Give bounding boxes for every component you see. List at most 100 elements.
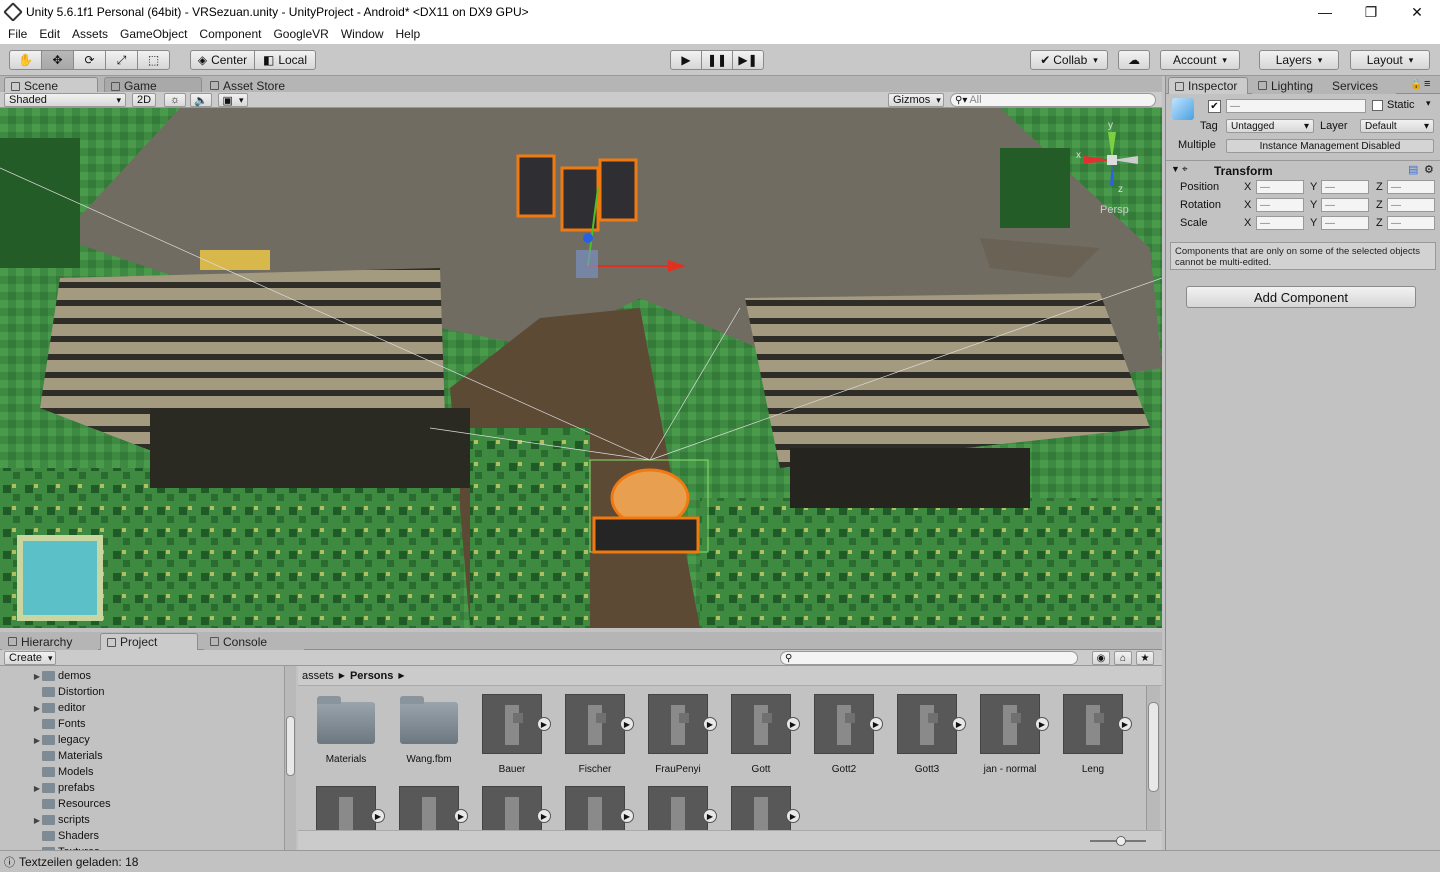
filter-type-button[interactable]: ◉ bbox=[1092, 651, 1110, 665]
asset-item[interactable]: ▶ Fischer bbox=[555, 694, 635, 775]
expand-asset-icon[interactable]: ▶ bbox=[703, 717, 717, 731]
rotation-x-field[interactable]: — bbox=[1256, 198, 1304, 212]
2d-toggle[interactable]: 2D bbox=[132, 93, 156, 107]
hand-tool-button[interactable]: ✋ bbox=[9, 50, 42, 70]
pivot-local-button[interactable]: ◧ Local bbox=[254, 50, 316, 70]
effects-dropdown[interactable]: ▣ bbox=[218, 93, 248, 107]
expand-asset-icon[interactable]: ▶ bbox=[952, 717, 966, 731]
asset-item[interactable]: ▶ Gott2 bbox=[804, 694, 884, 775]
rotate-tool-button[interactable]: ⟳ bbox=[73, 50, 106, 70]
foldout-arrow-icon[interactable]: ▼ bbox=[1171, 164, 1180, 174]
gizmos-dropdown[interactable]: Gizmos bbox=[888, 93, 944, 107]
thumbnail-size-slider-handle[interactable] bbox=[1116, 836, 1126, 846]
step-button[interactable]: ▶❚ bbox=[732, 50, 764, 70]
move-tool-button[interactable]: ✥ bbox=[41, 50, 74, 70]
menu-gameobject[interactable]: GameObject bbox=[120, 27, 187, 41]
asset-item[interactable]: ▶ Bauer bbox=[472, 694, 552, 775]
move-handle-plane[interactable] bbox=[576, 250, 598, 278]
expand-asset-icon[interactable]: ▶ bbox=[1118, 717, 1132, 731]
tree-scrollbar[interactable] bbox=[284, 666, 296, 850]
close-button[interactable]: ✕ bbox=[1394, 0, 1440, 24]
active-checkbox[interactable]: ✔ bbox=[1208, 100, 1221, 113]
menu-window[interactable]: Window bbox=[341, 27, 384, 41]
expand-arrow-icon[interactable]: ▶ bbox=[32, 704, 42, 713]
orientation-gizmo[interactable]: y x z Persp bbox=[1074, 120, 1154, 218]
favorites-button[interactable]: ★ bbox=[1136, 651, 1154, 665]
menu-help[interactable]: Help bbox=[396, 27, 421, 41]
rect-tool-button[interactable]: ⬚ bbox=[137, 50, 170, 70]
collab-dropdown[interactable]: ✔ Collab bbox=[1030, 50, 1108, 70]
asset-item[interactable]: ▶ jan - normal bbox=[970, 694, 1050, 775]
asset-item[interactable]: Materials bbox=[306, 694, 386, 765]
expand-arrow-icon[interactable]: ▶ bbox=[32, 672, 42, 681]
lighting-toggle[interactable]: ☼ bbox=[164, 93, 186, 107]
expand-asset-icon[interactable]: ▶ bbox=[537, 717, 551, 731]
tree-item-resources[interactable]: Resources bbox=[32, 796, 111, 812]
breadcrumb-assets[interactable]: assets bbox=[302, 670, 334, 682]
scale-z-field[interactable]: — bbox=[1387, 216, 1435, 230]
layers-dropdown[interactable]: Layers bbox=[1259, 50, 1339, 70]
tree-item-materials[interactable]: Materials bbox=[32, 748, 103, 764]
asset-item[interactable]: ▶ Leng bbox=[1053, 694, 1133, 775]
tree-item-models[interactable]: Models bbox=[32, 764, 93, 780]
panel-menu-icon[interactable]: ≡ bbox=[1424, 78, 1430, 90]
expand-asset-icon[interactable]: ▶ bbox=[620, 809, 634, 823]
tree-item-scripts[interactable]: ▶ scripts bbox=[32, 812, 90, 828]
grid-scrollbar[interactable] bbox=[1146, 686, 1160, 830]
static-checkbox[interactable] bbox=[1372, 100, 1383, 111]
menu-edit[interactable]: Edit bbox=[39, 27, 60, 41]
expand-arrow-icon[interactable]: ▶ bbox=[32, 736, 42, 745]
position-x-field[interactable]: — bbox=[1256, 180, 1304, 194]
asset-item[interactable]: ▶ bbox=[306, 786, 386, 836]
tab-hierarchy[interactable]: Hierarchy bbox=[2, 633, 98, 650]
gameobject-name-field[interactable]: — bbox=[1226, 99, 1366, 113]
tree-item-distortion[interactable]: Distortion bbox=[32, 684, 104, 700]
scene-viewport[interactable]: y x z Persp bbox=[0, 108, 1162, 628]
breadcrumb-persons[interactable]: Persons bbox=[350, 670, 393, 682]
layout-dropdown[interactable]: Layout bbox=[1350, 50, 1430, 70]
tree-scrollbar-thumb[interactable] bbox=[286, 716, 295, 776]
asset-item[interactable]: ▶ bbox=[721, 786, 801, 836]
play-button[interactable]: ▶ bbox=[670, 50, 702, 70]
tab-services[interactable]: Services bbox=[1326, 77, 1396, 94]
expand-asset-icon[interactable]: ▶ bbox=[786, 809, 800, 823]
selected-barrel-3[interactable] bbox=[598, 158, 638, 222]
asset-item[interactable]: Wang.fbm bbox=[389, 694, 469, 765]
cloud-button[interactable]: ☁ bbox=[1118, 50, 1150, 70]
rotation-y-field[interactable]: — bbox=[1321, 198, 1369, 212]
selected-barrel-1[interactable] bbox=[516, 154, 556, 218]
position-y-field[interactable]: — bbox=[1321, 180, 1369, 194]
shading-mode-dropdown[interactable]: Shaded bbox=[4, 93, 126, 107]
menu-assets[interactable]: Assets bbox=[72, 27, 108, 41]
expand-asset-icon[interactable]: ▶ bbox=[786, 717, 800, 731]
selected-character-base[interactable] bbox=[592, 516, 700, 554]
asset-item[interactable]: ▶ bbox=[638, 786, 718, 836]
expand-asset-icon[interactable]: ▶ bbox=[703, 809, 717, 823]
tab-project[interactable]: Project bbox=[100, 633, 198, 650]
expand-asset-icon[interactable]: ▶ bbox=[454, 809, 468, 823]
tab-console[interactable]: Console bbox=[204, 633, 304, 650]
tree-item-prefabs[interactable]: ▶ prefabs bbox=[32, 780, 95, 796]
project-search-input[interactable]: ⚲ bbox=[780, 651, 1078, 665]
asset-item[interactable]: ▶ bbox=[555, 786, 635, 836]
scene-search-input[interactable]: ⚲▾ All bbox=[950, 93, 1156, 107]
expand-asset-icon[interactable]: ▶ bbox=[869, 717, 883, 731]
asset-item[interactable]: ▶ Gott3 bbox=[887, 694, 967, 775]
tab-lighting[interactable]: Lighting bbox=[1252, 77, 1330, 94]
pivot-center-button[interactable]: ◈ Center bbox=[190, 50, 255, 70]
lock-icon[interactable]: 🔒 bbox=[1410, 79, 1422, 90]
tree-item-shaders[interactable]: Shaders bbox=[32, 828, 99, 844]
tag-dropdown[interactable]: Untagged ▾ bbox=[1226, 119, 1314, 133]
tab-inspector[interactable]: Inspector bbox=[1168, 77, 1248, 94]
pause-button[interactable]: ❚❚ bbox=[701, 50, 733, 70]
expand-arrow-icon[interactable]: ▶ bbox=[32, 816, 42, 825]
asset-item[interactable]: ▶ Gott bbox=[721, 694, 801, 775]
create-dropdown[interactable]: Create bbox=[4, 651, 56, 665]
static-dropdown-icon[interactable]: ▾ bbox=[1426, 98, 1431, 109]
add-component-button[interactable]: Add Component bbox=[1186, 286, 1416, 308]
move-handle-z[interactable] bbox=[583, 233, 593, 243]
grid-scrollbar-thumb[interactable] bbox=[1148, 702, 1159, 792]
selected-barrel-2[interactable] bbox=[560, 166, 600, 232]
expand-arrow-icon[interactable]: ▶ bbox=[32, 784, 42, 793]
audio-toggle[interactable]: 🔈 bbox=[190, 93, 212, 107]
